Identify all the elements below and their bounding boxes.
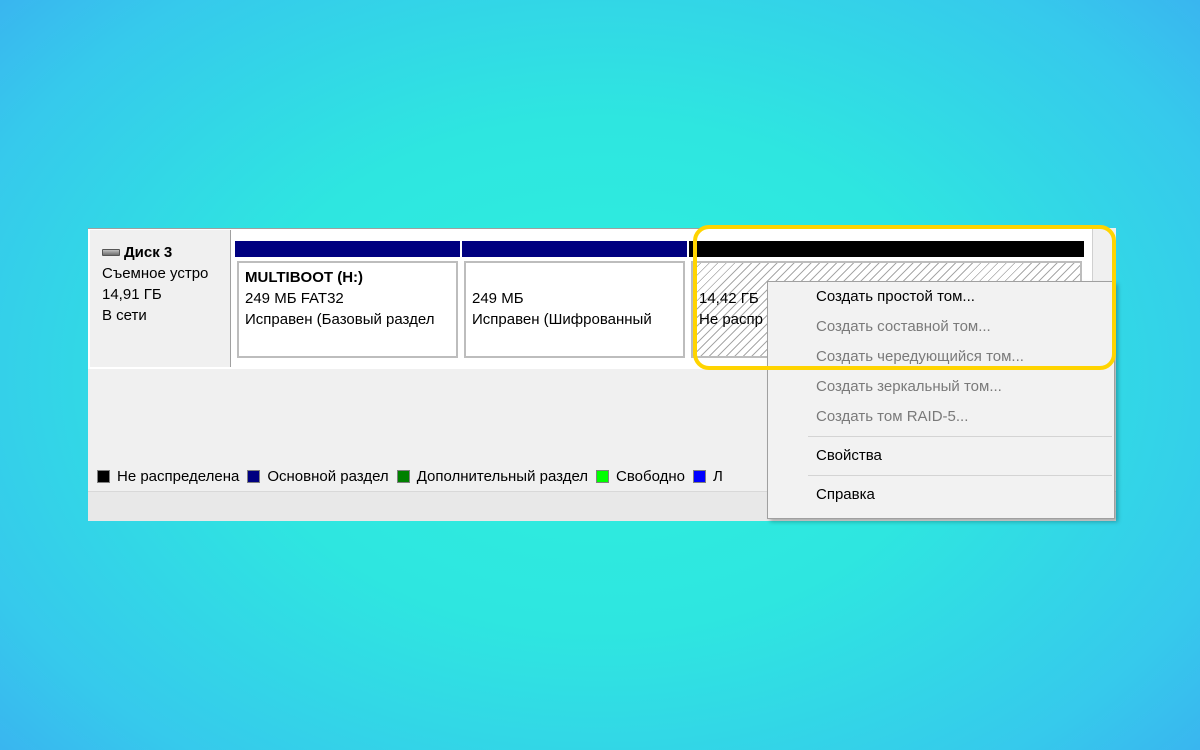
legend-item-extended: Дополнительный раздел (396, 467, 589, 485)
legend-swatch (97, 469, 110, 483)
legend-item-free: Свободно (596, 468, 685, 485)
partition-status: Исправен (Шифрованный (472, 311, 652, 328)
partition-details: 249 МБ FAT32 (245, 290, 344, 307)
legend-label: Основной раздел (267, 467, 389, 485)
partition-name (472, 267, 683, 288)
legend-swatch (247, 469, 261, 483)
partition-details: 249 МБ (472, 290, 524, 307)
disk-label[interactable]: Диск 3 Съемное устро 14,91 ГБ В сети (90, 230, 231, 367)
menu-item-properties[interactable]: Свойства (768, 441, 1114, 471)
partition-name: MULTIBOOT (H:) (245, 269, 364, 286)
disk-type: Съемное устро (102, 265, 209, 282)
context-menu: Создать простой том... Создать составной… (767, 281, 1115, 519)
partition-encrypted[interactable]: 249 МБ Исправен (Шифрованный (462, 241, 687, 360)
legend-swatch (693, 469, 707, 483)
menu-item-new-mirrored-volume[interactable]: Создать зеркальный том... (768, 372, 1114, 402)
partition-status: Исправен (Базовый раздел (245, 311, 435, 328)
menu-item-help[interactable]: Справка (768, 480, 1114, 510)
menu-item-new-simple-volume[interactable]: Создать простой том... (768, 282, 1114, 312)
partition-bar-unallocated (689, 241, 1084, 257)
partition-bar-primary (462, 241, 687, 257)
menu-item-new-raid5-volume[interactable]: Создать том RAID-5... (768, 402, 1114, 432)
legend-swatch (596, 469, 610, 483)
legend-swatch (396, 469, 410, 483)
menu-separator (808, 475, 1112, 476)
partition-body: 249 МБ Исправен (Шифрованный (464, 261, 685, 358)
partition-multiboot[interactable]: MULTIBOOT (H:) 249 МБ FAT32 Исправен (Ба… (235, 241, 460, 360)
removable-disk-icon (102, 249, 120, 256)
disk-name: Диск 3 (124, 244, 173, 261)
disk-status: В сети (102, 307, 147, 324)
legend-label: Не распределена (117, 467, 240, 485)
legend-item-unallocated: Не распределена (97, 468, 239, 485)
legend-label: Свободно (616, 467, 686, 485)
disk-size: 14,91 ГБ (102, 286, 162, 303)
legend-label: Л (713, 467, 723, 485)
menu-item-new-striped-volume[interactable]: Создать чередующийся том... (768, 342, 1114, 372)
partition-bar-primary (235, 241, 460, 257)
partition-body: MULTIBOOT (H:) 249 МБ FAT32 Исправен (Ба… (237, 261, 458, 358)
legend-item-logical: Л (693, 468, 723, 485)
menu-item-new-spanned-volume[interactable]: Создать составной том... (768, 312, 1114, 342)
menu-separator (808, 436, 1112, 437)
legend-item-primary: Основной раздел (247, 467, 389, 485)
legend-label: Дополнительный раздел (416, 467, 589, 485)
disk-title: Диск 3 (102, 242, 230, 263)
